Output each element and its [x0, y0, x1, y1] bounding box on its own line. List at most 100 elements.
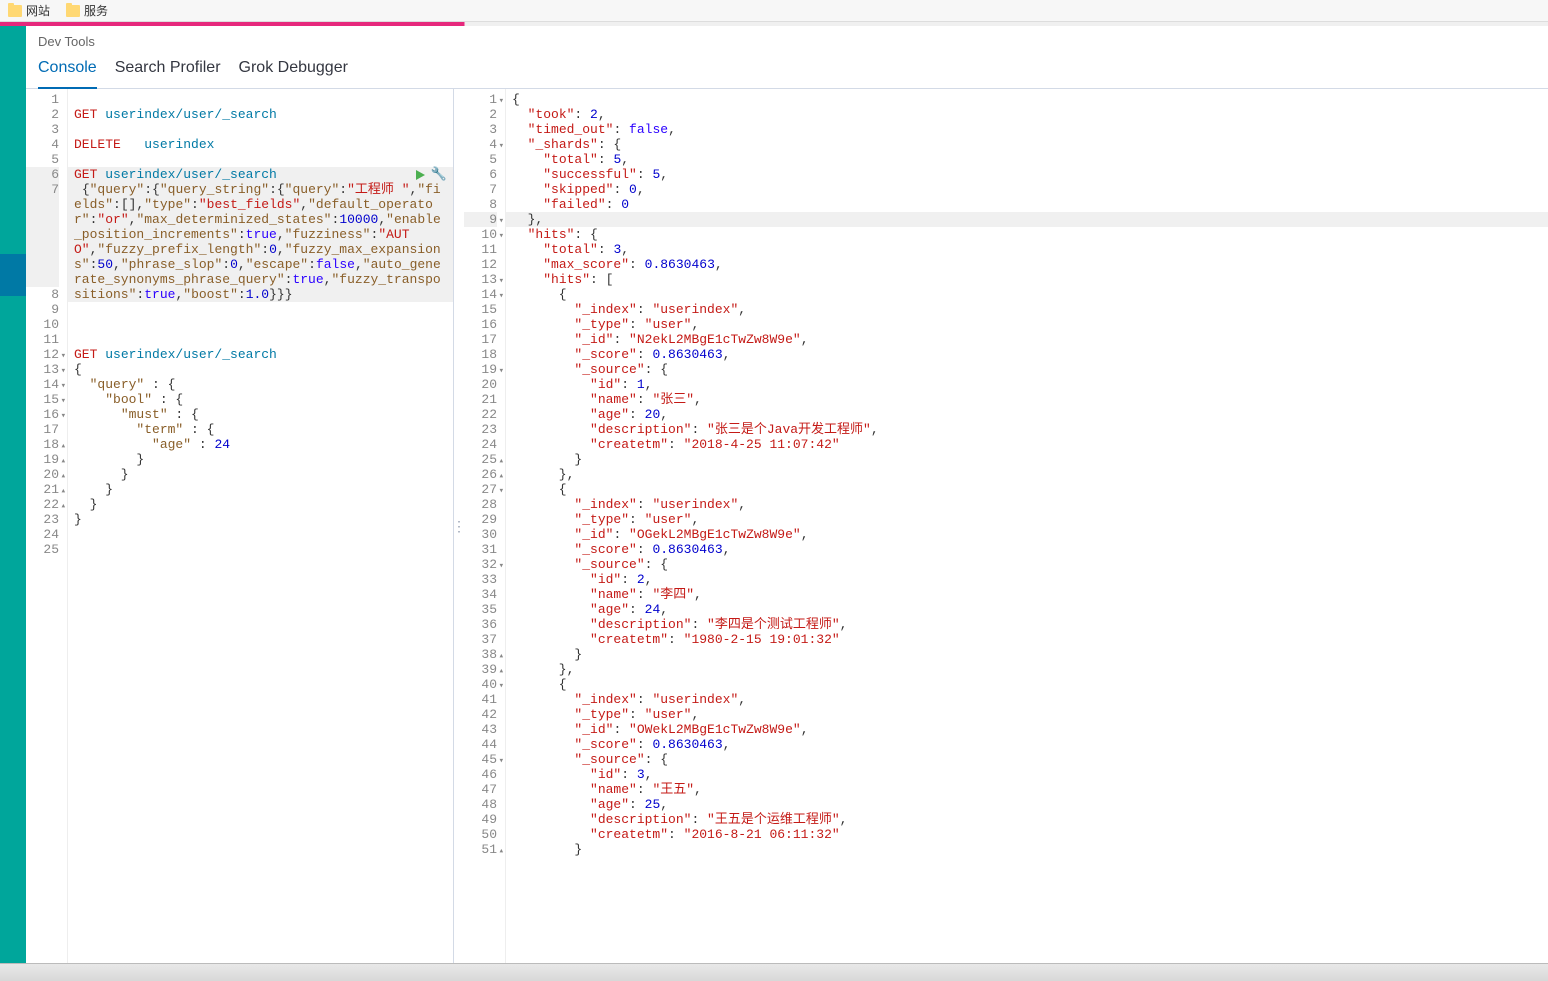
code-line[interactable]: }, — [512, 467, 1542, 482]
code-line[interactable]: "age": 24, — [512, 602, 1542, 617]
play-icon[interactable] — [416, 170, 425, 180]
code-line[interactable]: "skipped": 0, — [512, 182, 1542, 197]
code-line[interactable]: "age" : 24 — [74, 437, 447, 452]
code-line[interactable]: "description": "王五是个运维工程师", — [512, 812, 1542, 827]
fold-icon[interactable]: ▴ — [61, 439, 66, 454]
code-line[interactable]: "query" : { — [74, 377, 447, 392]
code-line[interactable]: } — [74, 467, 447, 482]
tab-console[interactable]: Console — [38, 59, 97, 89]
wrench-icon[interactable]: 🔧 — [431, 167, 447, 182]
code-line[interactable]: "description": "张三是个Java开发工程师", — [512, 422, 1542, 437]
fold-icon[interactable]: ▾ — [499, 214, 504, 229]
code-line[interactable]: } — [74, 452, 447, 467]
code-line[interactable]: "hits": [ — [512, 272, 1542, 287]
code-line[interactable]: { — [512, 92, 1542, 107]
code-line[interactable]: "createtm": "1980-2-15 19:01:32" — [512, 632, 1542, 647]
fold-icon[interactable]: ▾ — [61, 409, 66, 424]
code-line[interactable]: "failed": 0 — [512, 197, 1542, 212]
code-line[interactable]: "bool" : { — [74, 392, 447, 407]
code-line[interactable]: "must" : { — [74, 407, 447, 422]
code-line[interactable]: "id": 1, — [512, 377, 1542, 392]
bookmark-folder-website[interactable]: 网站 — [8, 2, 50, 19]
code-line[interactable]: "_source": { — [512, 557, 1542, 572]
code-line[interactable]: {"query":{"query_string":{"query":"工程师 "… — [68, 182, 453, 302]
request-editor[interactable]: 123456789101112▾13▾14▾15▾16▾1718▴19▴20▴2… — [26, 89, 453, 963]
code-line[interactable] — [74, 557, 447, 572]
fold-icon[interactable]: ▾ — [499, 559, 504, 574]
fold-icon[interactable]: ▾ — [499, 94, 504, 109]
code-line[interactable]: "_id": "OGekL2MBgE1cTwZw8W9e", — [512, 527, 1542, 542]
fold-icon[interactable]: ▾ — [61, 394, 66, 409]
tab-grok-debugger[interactable]: Grok Debugger — [239, 59, 348, 88]
code-line[interactable]: "name": "张三", — [512, 392, 1542, 407]
fold-icon[interactable]: ▾ — [499, 484, 504, 499]
code-line[interactable]: } — [512, 842, 1542, 857]
code-line[interactable]: { — [512, 482, 1542, 497]
code-line[interactable]: "_index": "userindex", — [512, 302, 1542, 317]
code-line[interactable]: "term" : { — [74, 422, 447, 437]
code-line[interactable]: } — [512, 452, 1542, 467]
code-line[interactable]: "name": "李四", — [512, 587, 1542, 602]
rail-item-devtools[interactable] — [0, 254, 26, 296]
fold-icon[interactable]: ▾ — [499, 364, 504, 379]
code-line[interactable]: }, — [506, 212, 1548, 227]
code-line[interactable]: "_type": "user", — [512, 512, 1542, 527]
fold-icon[interactable]: ▴ — [61, 499, 66, 514]
fold-icon[interactable]: ▴ — [499, 469, 504, 484]
code-line[interactable] — [74, 332, 447, 347]
code-line[interactable] — [74, 527, 447, 542]
code-line[interactable]: "took": 2, — [512, 107, 1542, 122]
fold-icon[interactable]: ▾ — [61, 379, 66, 394]
code-line[interactable] — [74, 152, 447, 167]
code-body[interactable]: { "took": 2, "timed_out": false, "_shard… — [506, 89, 1548, 963]
code-line[interactable]: } — [74, 482, 447, 497]
code-line[interactable]: { — [512, 287, 1542, 302]
fold-icon[interactable]: ▴ — [499, 649, 504, 664]
code-line[interactable]: "total": 3, — [512, 242, 1542, 257]
fold-icon[interactable]: ▴ — [499, 844, 504, 859]
fold-icon[interactable]: ▾ — [499, 289, 504, 304]
code-line[interactable]: GET userindex/user/_search — [74, 107, 447, 122]
fold-icon[interactable]: ▾ — [499, 754, 504, 769]
code-line[interactable]: "_id": "N2ekL2MBgE1cTwZw8W9e", — [512, 332, 1542, 347]
code-line[interactable]: "_score": 0.8630463, — [512, 737, 1542, 752]
code-line[interactable]: "max_score": 0.8630463, — [512, 257, 1542, 272]
code-line[interactable]: } — [74, 512, 447, 527]
code-line[interactable]: "_index": "userindex", — [512, 497, 1542, 512]
code-line[interactable]: DELETE userindex — [74, 137, 447, 152]
code-line[interactable]: } — [74, 497, 447, 512]
bookmark-folder-service[interactable]: 服务 — [66, 2, 108, 19]
code-line[interactable]: "_score": 0.8630463, — [512, 347, 1542, 362]
code-line[interactable]: "id": 3, — [512, 767, 1542, 782]
code-line[interactable]: "createtm": "2016-8-21 06:11:32" — [512, 827, 1542, 842]
fold-icon[interactable]: ▾ — [61, 364, 66, 379]
code-line[interactable] — [74, 317, 447, 332]
code-line[interactable]: "description": "李四是个测试工程师", — [512, 617, 1542, 632]
code-line[interactable]: "_score": 0.8630463, — [512, 542, 1542, 557]
fold-icon[interactable]: ▴ — [61, 469, 66, 484]
code-line[interactable]: "_source": { — [512, 752, 1542, 767]
code-line[interactable]: "timed_out": false, — [512, 122, 1542, 137]
code-line[interactable]: "_type": "user", — [512, 317, 1542, 332]
code-line[interactable] — [74, 122, 447, 137]
code-line[interactable]: "_index": "userindex", — [512, 692, 1542, 707]
code-line[interactable]: "id": 2, — [512, 572, 1542, 587]
code-line[interactable]: "name": "王五", — [512, 782, 1542, 797]
fold-icon[interactable]: ▴ — [499, 454, 504, 469]
code-line[interactable]: }, — [512, 662, 1542, 677]
code-line[interactable] — [74, 302, 447, 317]
code-line[interactable]: "_shards": { — [512, 137, 1542, 152]
code-line[interactable]: } — [512, 647, 1542, 662]
fold-icon[interactable]: ▾ — [499, 139, 504, 154]
code-line[interactable]: { — [74, 362, 447, 377]
kibana-side-rail[interactable] — [0, 26, 26, 963]
code-line[interactable]: "_source": { — [512, 362, 1542, 377]
code-line[interactable]: "hits": { — [512, 227, 1542, 242]
code-line[interactable]: GET userindex/user/_search — [74, 347, 447, 362]
code-line[interactable]: "successful": 5, — [512, 167, 1542, 182]
response-editor[interactable]: 1▾234▾56789▾10▾111213▾14▾1516171819▾2021… — [464, 89, 1548, 963]
tab-search-profiler[interactable]: Search Profiler — [115, 59, 221, 88]
code-line[interactable]: "age": 20, — [512, 407, 1542, 422]
code-line[interactable]: GET userindex/user/_search🔧 — [68, 167, 453, 182]
code-line[interactable]: "_type": "user", — [512, 707, 1542, 722]
